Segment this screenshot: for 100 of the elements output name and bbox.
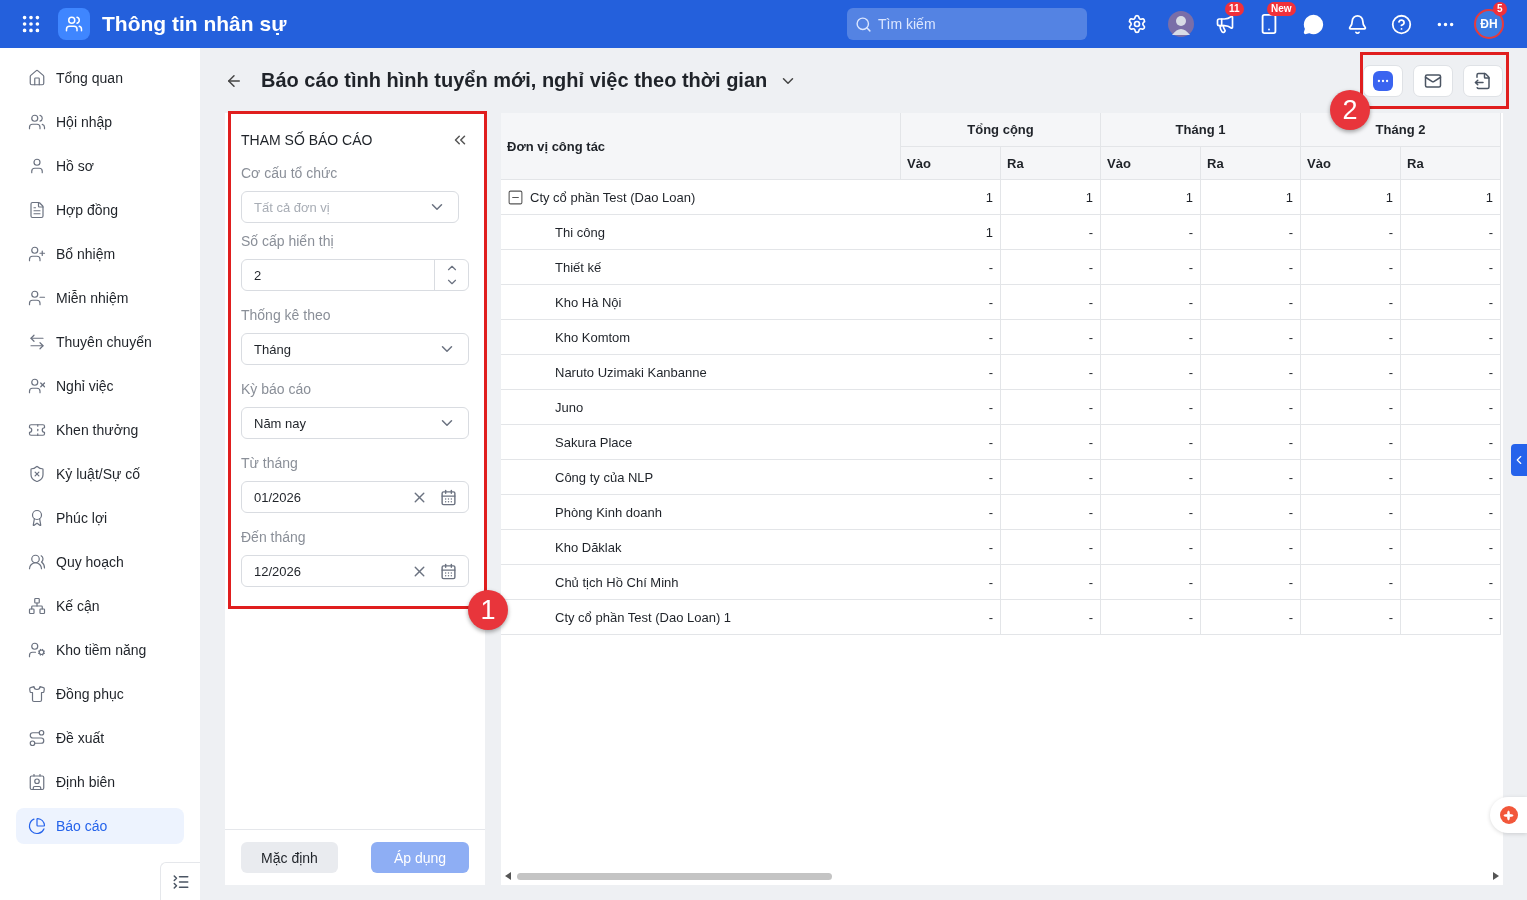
scroll-right-icon[interactable]	[1493, 872, 1499, 880]
table-cell: -	[1401, 320, 1501, 355]
sidebar-item[interactable]: Kho tiềm năng	[16, 632, 184, 668]
table-cell: -	[1401, 285, 1501, 320]
settings-icon[interactable]	[1127, 14, 1147, 34]
scroll-left-icon[interactable]	[505, 872, 511, 880]
table-cell: -	[1001, 460, 1101, 495]
unit-name: Thiết kế	[555, 259, 602, 275]
field-label: Thống kê theo	[241, 307, 332, 323]
sidebar-item[interactable]: Đồng phục	[16, 676, 184, 712]
notification-badge: 5	[1493, 2, 1507, 16]
shirt-icon	[28, 685, 46, 703]
table-cell: -	[1301, 495, 1401, 530]
table-cell: 1	[901, 180, 1001, 215]
table-cell: -	[1301, 530, 1401, 565]
table-cell: -	[1001, 495, 1101, 530]
sidebar-item[interactable]: Quy hoạch	[16, 544, 184, 580]
table-cell: -	[1101, 355, 1201, 390]
contact-icon	[28, 773, 46, 791]
arrows-icon	[28, 333, 46, 351]
column-header: Ra	[1401, 147, 1501, 180]
table-cell: -	[1101, 425, 1201, 460]
ticket-icon	[28, 421, 46, 439]
document-icon	[28, 201, 46, 219]
sidebar-item[interactable]: Kỷ luật/Sự cố	[16, 456, 184, 492]
table-cell: -	[1301, 250, 1401, 285]
person-icon	[28, 157, 46, 175]
date-field[interactable]: 12/2026	[241, 555, 469, 587]
table-cell: -	[1301, 565, 1401, 600]
table-cell: 1	[1201, 180, 1301, 215]
sidebar-item[interactable]: Định biên	[16, 764, 184, 800]
table-cell: -	[901, 565, 1001, 600]
side-panel-tab[interactable]	[1511, 444, 1527, 476]
sidebar-item[interactable]: Kế cận	[16, 588, 184, 624]
sidebar-item[interactable]: Đề xuất	[16, 720, 184, 756]
table-cell: -	[1001, 390, 1101, 425]
mail-icon	[1424, 71, 1442, 90]
sidebar-item[interactable]: Hồ sơ	[16, 148, 184, 184]
home-icon	[28, 69, 46, 87]
table-cell: -	[901, 530, 1001, 565]
select-field[interactable]: Tháng	[241, 333, 469, 365]
table-cell: -	[1301, 320, 1401, 355]
table-cell: -	[1201, 600, 1301, 635]
sidebar-item[interactable]: Nghỉ việc	[16, 368, 184, 404]
sidebar-item[interactable]: Báo cáo	[16, 808, 184, 844]
person-gear-icon	[28, 641, 46, 659]
export-button[interactable]	[1463, 64, 1503, 97]
table-cell: -	[1401, 425, 1501, 460]
apps-grid-icon[interactable]	[20, 13, 42, 35]
calendar-icon[interactable]	[440, 562, 457, 580]
unit-name: Kho Hà Nội	[555, 294, 622, 310]
table-cell: -	[1301, 355, 1401, 390]
table-cell: -	[901, 390, 1001, 425]
chat-icon[interactable]	[1302, 13, 1324, 35]
field-label: Từ tháng	[241, 455, 299, 471]
unit-name: Thi công	[555, 224, 605, 240]
table-cell: -	[1201, 460, 1301, 495]
select-field[interactable]: Năm nay	[241, 407, 469, 439]
bell-icon[interactable]	[1346, 13, 1368, 35]
sidebar-item[interactable]: Phúc lợi	[16, 500, 184, 536]
calendar-icon[interactable]	[440, 488, 457, 506]
default-button[interactable]: Mặc định	[241, 842, 338, 873]
collapse-list-icon	[171, 872, 190, 891]
sidebar-item[interactable]: Khen thưởng	[16, 412, 184, 448]
person-x-icon	[28, 377, 46, 395]
table-cell: -	[1001, 565, 1101, 600]
table-cell: -	[1101, 530, 1201, 565]
date-field[interactable]: 01/2026	[241, 481, 469, 513]
table-cell: -	[901, 495, 1001, 530]
table-cell: -	[1201, 495, 1301, 530]
sidebar-item[interactable]: Bổ nhiệm	[16, 236, 184, 272]
sidebar-item[interactable]: Tổng quan	[16, 60, 184, 96]
sidebar-item[interactable]: Miễn nhiệm	[16, 280, 184, 316]
chat-button[interactable]	[1363, 64, 1403, 97]
avatar-icon[interactable]	[1168, 11, 1194, 37]
assistant-button[interactable]	[1490, 797, 1527, 833]
unit-name: Cty cổ phần Test (Dao Loan)	[530, 189, 696, 205]
unit-name: Công ty của NLP	[555, 469, 654, 485]
collapse-icon[interactable]	[507, 188, 524, 206]
email-button[interactable]	[1413, 64, 1453, 97]
sidebar-item[interactable]: Thuyên chuyển	[16, 324, 184, 360]
table-cell: -	[1401, 250, 1501, 285]
table-cell: -	[1401, 355, 1501, 390]
collapse-sidebar-button[interactable]	[160, 862, 200, 900]
megaphone-icon[interactable]	[1215, 14, 1235, 34]
sidebar-item[interactable]: Hội nhập	[16, 104, 184, 140]
column-header: Đơn vị công tác	[501, 113, 901, 180]
number-field[interactable]: 2	[241, 259, 469, 291]
table-cell: -	[901, 425, 1001, 460]
table-cell: -	[901, 355, 1001, 390]
table-cell: -	[1101, 565, 1201, 600]
sidebar-item[interactable]: Hợp đồng	[16, 192, 184, 228]
panel-title: THAM SỐ BÁO CÁO	[241, 132, 373, 148]
table-cell: -	[1001, 215, 1101, 250]
table-cell: -	[1301, 600, 1401, 635]
help-icon[interactable]	[1390, 13, 1412, 35]
app-title: Thông tin nhân sự	[102, 12, 287, 36]
notification-badge: 11	[1225, 2, 1244, 16]
table-cell: -	[901, 320, 1001, 355]
field-label: Đến tháng	[241, 529, 307, 545]
